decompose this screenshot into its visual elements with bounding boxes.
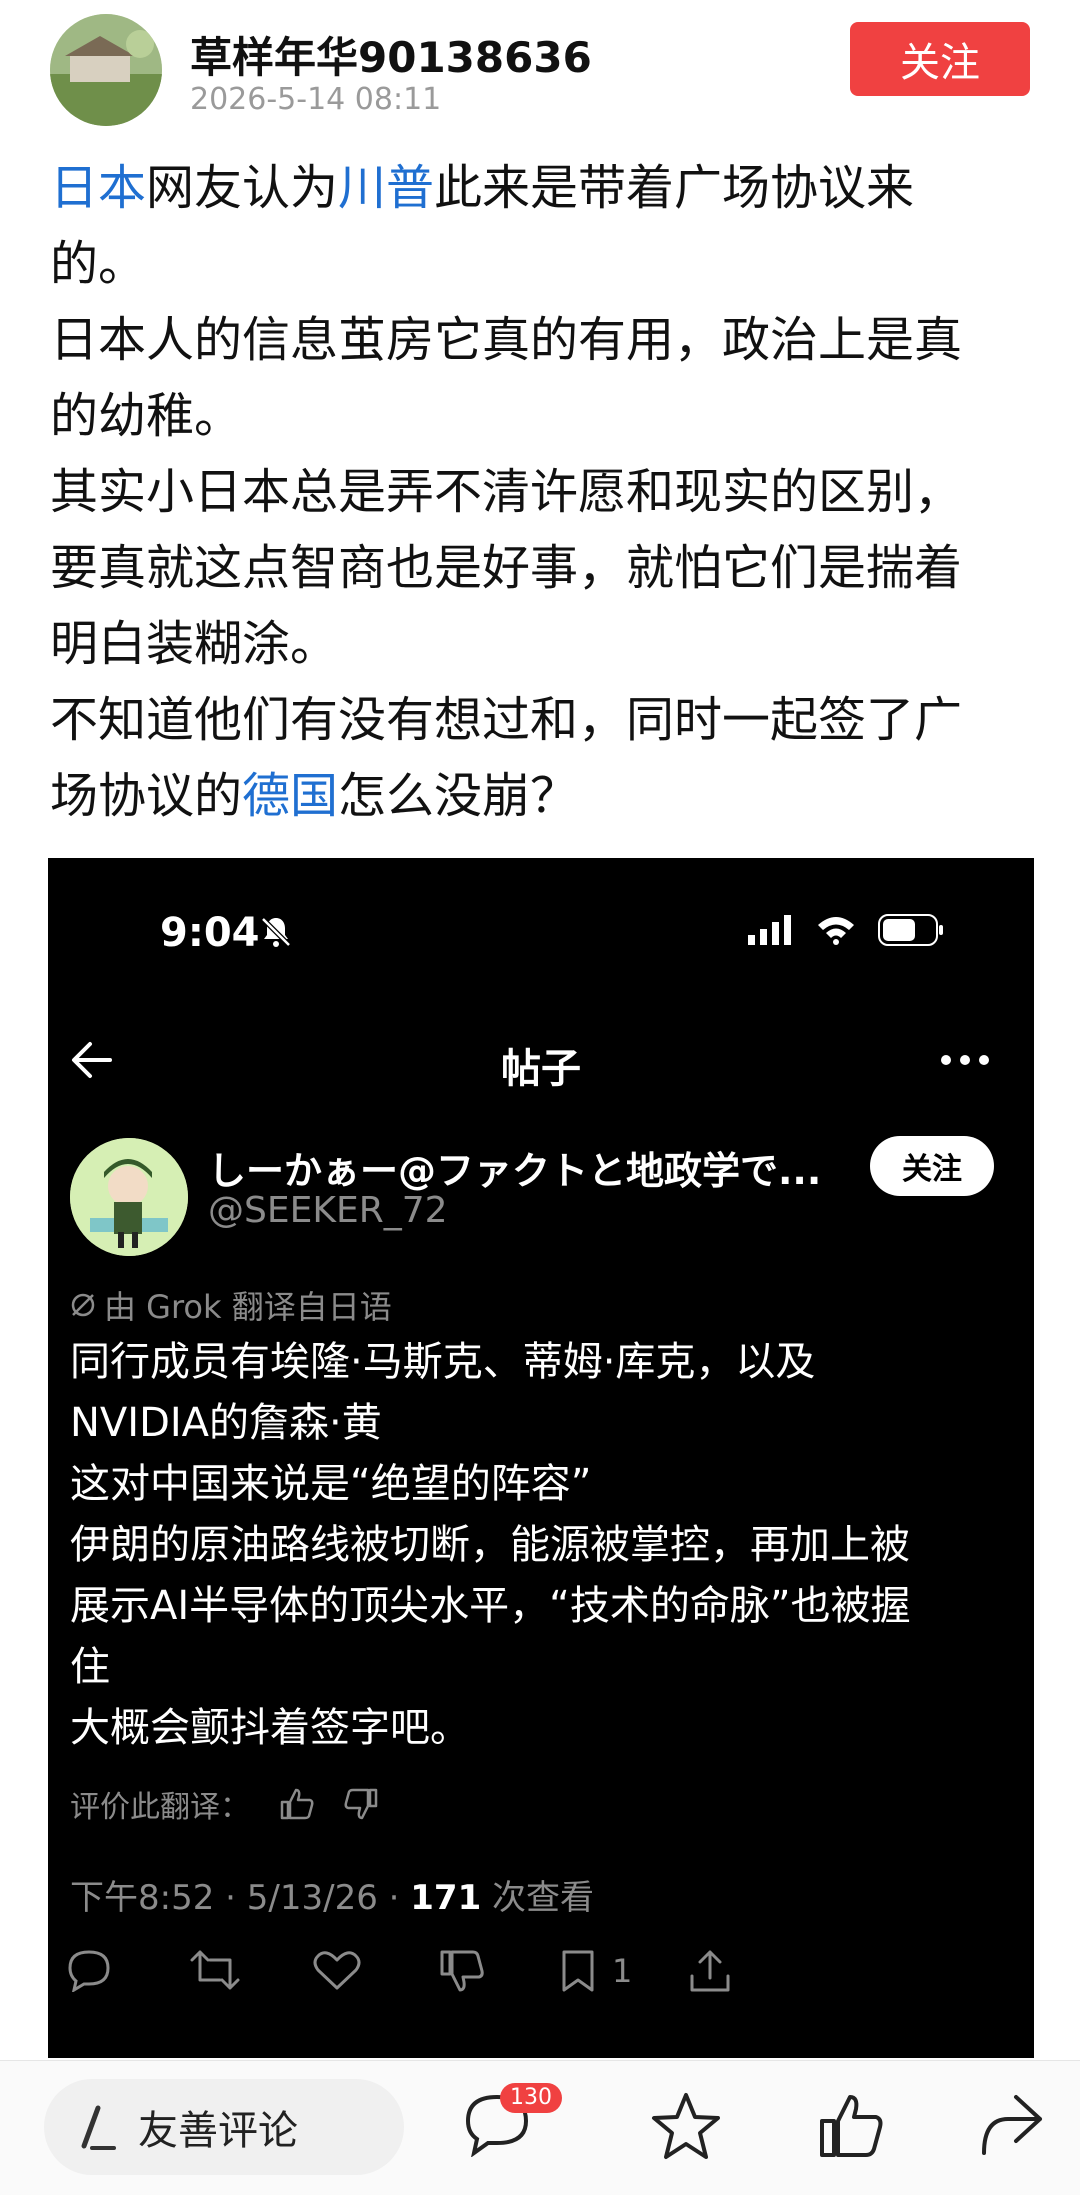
thumbs-down-icon[interactable] (344, 1788, 378, 1820)
user-handle[interactable]: @SEEKER_72 (208, 1190, 448, 1231)
rate-label: 评价此翻译： (70, 1790, 250, 1825)
tweet-text: 同行成员有埃隆·马斯克、蒂姆·库克，以及 NVIDIA的詹森·黄 这对中国来说是… (70, 1332, 1020, 1759)
tweet-actions: 1 (48, 1948, 1034, 2028)
post-text-segment: 不知道他们有没有想过和，同时一起签了广 (50, 692, 963, 748)
tweet-line: 伊朗的原油路线被切断，能源被掌控，再加上被 (70, 1522, 910, 1568)
pen-icon (81, 2105, 116, 2150)
topic-link[interactable]: 川普 (338, 160, 434, 216)
retweet-button[interactable] (188, 1948, 242, 1992)
grok-icon (71, 1293, 95, 1317)
tweet-time: 下午8:52 · 5/13/26 · (70, 1878, 411, 1918)
user-follow-button[interactable]: 关注 (870, 1136, 994, 1196)
translation-note: 由 Grok 翻译自日语 (70, 1282, 392, 1328)
comment-placeholder: 友善评论 (138, 2108, 298, 2154)
topic-link[interactable]: 德国 (242, 768, 338, 824)
reply-icon (68, 1950, 110, 1992)
author-avatar[interactable] (50, 14, 162, 126)
comment-input[interactable]: 友善评论 (44, 2079, 404, 2175)
reply-button[interactable] (66, 1948, 112, 1992)
tweet-line: 住 (70, 1644, 110, 1690)
wifi-icon (818, 917, 854, 945)
share-button[interactable] (688, 1948, 732, 1994)
tweet-line: NVIDIA的詹森·黄 (70, 1400, 382, 1446)
share-icon (690, 1950, 730, 1992)
forward-share-icon[interactable] (976, 2091, 1046, 2157)
post-text-segment: 场协议的 (50, 768, 243, 824)
post-text-segment: 此来是带着广场协议来 (434, 160, 915, 216)
thumbs-up-icon[interactable] (816, 2091, 886, 2161)
rate-translation: 评价此翻译： (70, 1782, 378, 1826)
status-time: 9:04 (160, 910, 260, 956)
post-text-segment: 明白装糊涂。 (50, 616, 339, 672)
post-text-segment: 的。 (50, 236, 147, 292)
post-line: 日本网友认为川普此来是带着广场协议来 (50, 150, 1010, 226)
post-line: 要真就这点智商也是好事，就怕它们是揣着 (50, 530, 1010, 606)
tweet-line: 大概会颤抖着签字吧。 (70, 1705, 470, 1751)
thumbs-down-outline-icon (440, 1950, 484, 1992)
grok-label: 由 Grok 翻译自日语 (104, 1288, 392, 1326)
post-line: 的幼稚。 (50, 378, 1010, 454)
views-suffix: 次查看 (481, 1878, 595, 1918)
bottom-action-bar: 友善评论 130 (0, 2060, 1080, 2195)
embedded-screenshot[interactable]: 9:04 帖子 しーかぁー@ファクトと地政学で... @SEEKER_72 关注… (48, 858, 1034, 2058)
post-text-segment: 网友认为 (146, 160, 339, 216)
post-text-segment: 日本人的信息茧房它真的有用，政治上是真 (50, 312, 963, 368)
view-count: 171 (410, 1878, 482, 1918)
bookmark-count: 1 (612, 1952, 633, 1990)
post-text-segment: 的幼稚。 (50, 388, 243, 444)
bell-muted-icon (261, 917, 291, 947)
more-options-icon[interactable] (940, 1054, 990, 1066)
bookmark-icon (562, 1950, 594, 1992)
heart-icon (313, 1951, 361, 1990)
retweet-icon (190, 1950, 240, 1990)
comment-count-badge: 130 (500, 2083, 562, 2113)
post-body: 日本网友认为川普此来是带着广场协议来的。日本人的信息茧房它真的有用，政治上是真的… (50, 150, 1010, 834)
post-text-segment: 怎么没崩？ (338, 768, 579, 824)
post-line: 明白装糊涂。 (50, 606, 1010, 682)
like-button[interactable] (312, 1948, 362, 1992)
thumbs-up-icon[interactable] (280, 1788, 314, 1820)
dislike-button[interactable] (438, 1948, 486, 1994)
bookmark-button[interactable]: 1 (558, 1948, 632, 1994)
post-text-segment: 要真就这点智商也是好事，就怕它们是揣着 (50, 540, 963, 596)
nav-title: 帖子 (501, 1046, 581, 1092)
topic-link[interactable]: 日本 (50, 160, 146, 216)
tweet-line: 同行成员有埃隆·马斯克、蒂姆·库克，以及 (70, 1339, 816, 1385)
post-line: 其实小日本总是弄不清许愿和现实的区别， (50, 454, 1010, 530)
post-line: 的。 (50, 226, 1010, 302)
post-text-segment: 其实小日本总是弄不清许愿和现实的区别， (50, 464, 963, 520)
user-avatar[interactable] (70, 1138, 188, 1256)
post-line: 日本人的信息茧房它真的有用，政治上是真 (50, 302, 1010, 378)
status-icons (748, 914, 944, 946)
tweet-line: 展示AI半导体的顶尖水平，“技术的命脉”也被握 (70, 1583, 911, 1629)
user-display-name[interactable]: しーかぁー@ファクトと地政学で... (208, 1140, 828, 1195)
post-date: 2026-5-14 08:11 (190, 82, 442, 117)
tweet-line: 这对中国来说是“绝望的阵容” (70, 1461, 592, 1507)
battery-icon (878, 914, 943, 946)
follow-button[interactable]: 关注 (850, 22, 1030, 96)
tweet-meta: 下午8:52 · 5/13/26 · 171 次查看 (70, 1870, 594, 1919)
signal-icon (748, 915, 791, 945)
author-name[interactable]: 草样年华90138636 (190, 24, 592, 85)
post-line: 不知道他们有没有想过和，同时一起签了广 (50, 682, 1010, 758)
post-line: 场协议的德国怎么没崩？ (50, 758, 1010, 834)
star-icon[interactable] (650, 2091, 722, 2161)
post-header: 草样年华90138636 2026-5-14 08:11 关注 (50, 14, 1030, 126)
